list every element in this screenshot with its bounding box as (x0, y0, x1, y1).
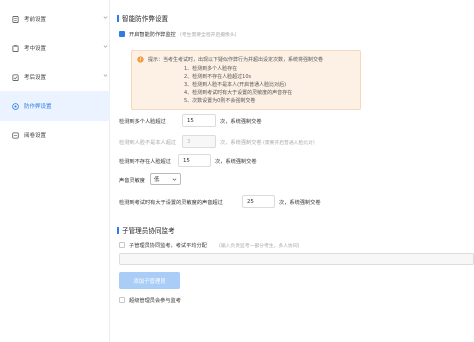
chevron-down-icon (172, 178, 177, 181)
sidebar-item-label: 考中设置 (24, 46, 47, 52)
rule-no-face-suffix: 次，系统强制交卷 (215, 159, 257, 165)
enable-monitor-hint: (考生需要全程开启摄像头) (180, 33, 237, 38)
section-title-anti-cheat: 智能防作弊设置 (117, 13, 168, 23)
enable-proctor-label: 子管理员协同监考，考试平均分配 (129, 243, 207, 249)
notice-line: 2、检测到不存在人脸超过10s (184, 74, 252, 80)
section-marker (117, 226, 119, 234)
rule-multi-face-suffix: 次，系统强制交卷 (220, 119, 262, 125)
rule-not-self-input[interactable]: 3 (182, 135, 216, 148)
check-icon (119, 41, 125, 45)
chevron-down-icon (103, 74, 108, 77)
chevron-down-icon (103, 45, 108, 48)
sensitivity-select[interactable]: 低 (150, 173, 181, 185)
sidebar-item-label: 考前设置 (24, 17, 47, 23)
section-title-text: 智能防作弊设置 (122, 15, 169, 23)
sidebar-item-mid-exam[interactable]: 考中设置 (0, 33, 110, 63)
section-marker (117, 14, 119, 22)
grading-icon (12, 131, 19, 139)
sensitivity-label: 声音灵敏度 (119, 178, 145, 184)
notice-line: 3、检测到人脸不是本人(开启普通人脸比对后) (184, 82, 287, 88)
enable-proctor-checkbox[interactable] (119, 242, 125, 248)
rule-multi-face-input[interactable]: 15 (182, 114, 216, 127)
sidebar-item-label: 考后设置 (24, 75, 47, 81)
section-title-proctor: 子管理员协同监考 (117, 225, 175, 235)
notice-line: 5、次数设置为0则不会强制交卷 (184, 98, 256, 104)
document-icon (12, 15, 19, 23)
section-title-text: 子管理员协同监考 (122, 227, 175, 235)
sidebar-item-anti-cheat[interactable]: 防作弊设置 (0, 91, 110, 121)
rule-not-self-label: 检测到人脸不是本人超过 (119, 140, 177, 146)
notice-line: 1、检测到多个人脸存在 (184, 66, 238, 72)
enable-monitor-checkbox[interactable] (119, 31, 125, 45)
rule-no-face-label: 检测到不存在人脸超过 (119, 159, 171, 165)
rule-no-face-input[interactable]: 15 (178, 154, 211, 167)
clipboard-check-icon (12, 73, 19, 81)
chevron-down-icon (103, 16, 108, 19)
sidebar-item-grading[interactable]: 阅卷设置 (0, 120, 110, 150)
notice-line: 4、检测到考试时有大于设置的灵敏度的声音存在 (184, 90, 293, 96)
rule-sound-input[interactable]: 25 (242, 195, 275, 208)
clipboard-icon (12, 44, 19, 52)
rule-not-self-note: (需要开启普通人脸比对) (263, 141, 315, 146)
shield-icon (12, 102, 19, 110)
add-sub-admin-button[interactable]: 添加子管理员 (119, 272, 180, 289)
sidebar-item-label: 防作弊设置 (24, 104, 52, 110)
sidebar-item-pre-exam[interactable]: 考前设置 (0, 4, 110, 34)
rule-sound-label: 检测到考试时有大于设置的灵敏度的声音超过 (119, 200, 223, 206)
rule-sound-suffix: 次，系统强制交卷 (279, 200, 321, 206)
sensitivity-value: 低 (154, 177, 160, 183)
rule-not-self-suffix: 次，系统强制交卷 (220, 140, 262, 146)
sidebar-item-post-exam[interactable]: 考后设置 (0, 62, 110, 92)
super-admin-join-checkbox[interactable] (119, 297, 125, 303)
proctor-input-hint: (输入负责监考一部分考生，多人协同) (219, 244, 300, 249)
warning-icon (137, 56, 144, 63)
rule-multi-face-label: 检测到多个人脸超过 (119, 119, 166, 125)
notice-line: 提示：当考生考试时，出现以下疑似作弊行为并超出设定次数，系统将强制交卷 (148, 57, 324, 63)
sidebar: 考前设置 考中设置 考后设置 防作弊设置 阅卷设置 (0, 0, 110, 342)
proctor-assign-field[interactable] (119, 253, 474, 265)
sidebar-item-label: 阅卷设置 (24, 133, 47, 139)
enable-monitor-label: 开启智能防作弊监控 (129, 32, 176, 38)
super-admin-join-label: 超级管理员会参与监考 (129, 298, 181, 304)
notice-box: 提示：当考生考试时，出现以下疑似作弊行为并超出设定次数，系统将强制交卷 1、检测… (131, 50, 361, 110)
